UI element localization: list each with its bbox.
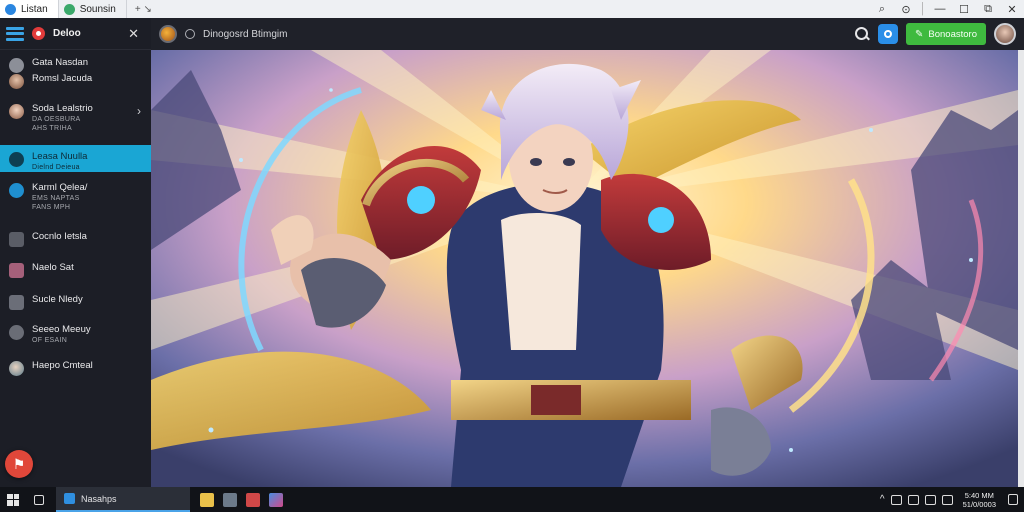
language-icon[interactable]	[941, 494, 953, 505]
sidebar-item-4[interactable]: Karml Qelea/ EMS NAPTAS FANS MPH	[0, 182, 151, 216]
clock[interactable]: 5:40 MM 51/0/0003	[963, 491, 996, 509]
system-tray: ^ 5:40 MM 51/0/0003	[880, 491, 1024, 509]
sidebar-item-0[interactable]: Gata Nasdan	[0, 57, 151, 73]
user-icon	[9, 74, 24, 89]
globe-icon	[9, 361, 24, 376]
browser-tab-label: Listan	[21, 3, 48, 15]
sidebar-item-label: Naelo Sat	[32, 262, 74, 273]
sidebar-item-label: Soda Lealstrio	[32, 103, 93, 114]
close-window-button[interactable]: ✕	[1000, 0, 1024, 18]
tag-icon	[9, 325, 24, 340]
clock-date: 51/0/0003	[962, 499, 996, 509]
chevron-up-icon[interactable]: ^	[880, 494, 885, 505]
browser-tab-1[interactable]: Listan	[0, 0, 59, 18]
search-icon[interactable]	[854, 26, 870, 42]
profile-icon	[9, 104, 24, 119]
volume-icon[interactable]	[907, 494, 919, 505]
hero-illustration	[151, 50, 1018, 487]
task-view-icon	[34, 494, 44, 505]
sidebar-item-label: Leasa Nuulla	[32, 151, 88, 162]
app-tab-icon	[5, 3, 16, 15]
sidebar-item-label: Cocnlo Ietsla	[32, 231, 87, 242]
sidebar-item-2[interactable]: Soda Lealstrio DA OESBURA AHS TRIHA ›	[0, 103, 151, 137]
sidebar-item-8[interactable]: Seeeo Meeuy OF ESAIN	[0, 324, 151, 348]
sound-tab-icon	[63, 3, 75, 15]
sidebar-item-sub: OF ESAIN	[32, 337, 68, 344]
sidebar-item-sub: EMS NAPTAS FANS MPH	[32, 195, 80, 211]
browser-tab-label: Sounsin	[79, 3, 116, 15]
restore-button[interactable]: ⧉	[976, 0, 1000, 18]
sidebar-item-7[interactable]: Sucle Nledy	[0, 294, 151, 310]
sidebar-title: Deloo	[53, 28, 81, 39]
menu-icon[interactable]	[6, 26, 24, 41]
media-icon[interactable]	[269, 492, 283, 507]
location-icon	[185, 29, 195, 39]
share-icon	[884, 30, 893, 38]
edit-icon: ✎	[915, 28, 924, 40]
vertical-scrollbar[interactable]	[1018, 50, 1024, 487]
chat-icon	[9, 183, 24, 198]
notification-icon[interactable]	[1008, 494, 1018, 505]
window-controls: ⌕ ⊙ │ — ☐ ⧉ ✕	[870, 0, 1024, 18]
app-header: Dinogosrd Btimgim ✎ Bonoastoro	[151, 18, 1024, 50]
game-icon[interactable]	[246, 492, 260, 507]
share-button[interactable]	[878, 24, 899, 44]
sidebar-item-label: Haepo Cmteal	[32, 360, 93, 371]
folder-icon[interactable]	[200, 492, 214, 507]
sidebar-item-label: Karml Qelea/	[32, 182, 88, 193]
maximize-button[interactable]: ☐	[952, 0, 976, 18]
sidebar-item-9[interactable]: Haepo Cmteal	[0, 360, 151, 376]
clock-time: 5:40 MM	[964, 490, 994, 500]
primary-action-label: Bonoastoro	[928, 28, 977, 40]
hero-artwork	[151, 50, 1018, 487]
os-taskbar: Nasahps ^ 5:40 MM 51/0/0003	[0, 487, 1024, 512]
floating-action-button[interactable]: ⚑	[5, 450, 33, 478]
sidebar-item-sub: Dielnd Deieua	[32, 164, 80, 171]
sidebar-item-label: Sucle Nledy	[32, 294, 83, 305]
grid-icon	[9, 295, 24, 310]
sidebar-item-label: Gata Nasdan	[32, 57, 88, 68]
mail-icon	[9, 232, 24, 247]
drop-icon	[9, 152, 24, 167]
sidebar-header: Deloo ✕	[0, 18, 151, 50]
page-title: Dinogosrd Btimgim	[203, 28, 288, 40]
sidebar-item-label: Seeeo Meeuy	[32, 324, 91, 335]
sidebar-item-6[interactable]: Naelo Sat	[0, 262, 151, 278]
divider: │	[919, 3, 927, 15]
app-window: Listan Sounsin + ↘ ⌕ ⊙ │ — ☐ ⧉ ✕ Deloo ✕	[0, 0, 1024, 512]
battery-icon[interactable]	[924, 494, 936, 505]
close-icon[interactable]: ✕	[128, 26, 145, 42]
taskbar-pins	[200, 492, 283, 507]
app-icon	[64, 493, 75, 504]
browser-tab-2[interactable]: Sounsin	[59, 0, 127, 18]
new-tab-button[interactable]: + ↘	[127, 0, 160, 18]
brand-logo-icon	[32, 27, 45, 40]
sidebar-item-5[interactable]: Cocnlo Ietsla	[0, 231, 151, 247]
sidebar-item-sub: DA OESBURA AHS TRIHA	[32, 116, 81, 132]
network-icon[interactable]	[890, 494, 902, 505]
calendar-icon	[9, 263, 24, 278]
taskbar-app-button[interactable]: Nasahps	[56, 487, 190, 512]
chevron-right-icon[interactable]: ›	[137, 104, 141, 118]
windows-icon	[7, 493, 19, 506]
task-view-button[interactable]	[26, 487, 52, 512]
browser-tabstrip: Listan Sounsin + ↘ ⌕ ⊙ │ — ☐ ⧉ ✕	[0, 0, 1024, 18]
sidebar: Deloo ✕ Gata Nasdan Romsl Jacuda Soda Le…	[0, 18, 151, 487]
store-icon[interactable]	[223, 492, 237, 507]
taskbar-app-label: Nasahps	[81, 493, 117, 504]
start-button[interactable]	[0, 487, 26, 512]
minimize-button[interactable]: —	[928, 0, 952, 18]
avatar[interactable]	[994, 23, 1016, 45]
sidebar-item-3[interactable]: Leasa Nuulla Dielnd Deieua	[0, 145, 151, 172]
header-actions: ✎ Bonoastoro	[854, 23, 1016, 45]
map-icon	[9, 58, 24, 73]
account-icon[interactable]: ⊙	[894, 0, 918, 18]
sidebar-item-label: Romsl Jacuda	[32, 73, 93, 84]
search-icon[interactable]: ⌕	[870, 0, 894, 18]
app-logo-icon[interactable]	[159, 25, 177, 43]
sidebar-item-1[interactable]: Romsl Jacuda	[0, 73, 151, 89]
primary-action-button[interactable]: ✎ Bonoastoro	[906, 23, 986, 45]
